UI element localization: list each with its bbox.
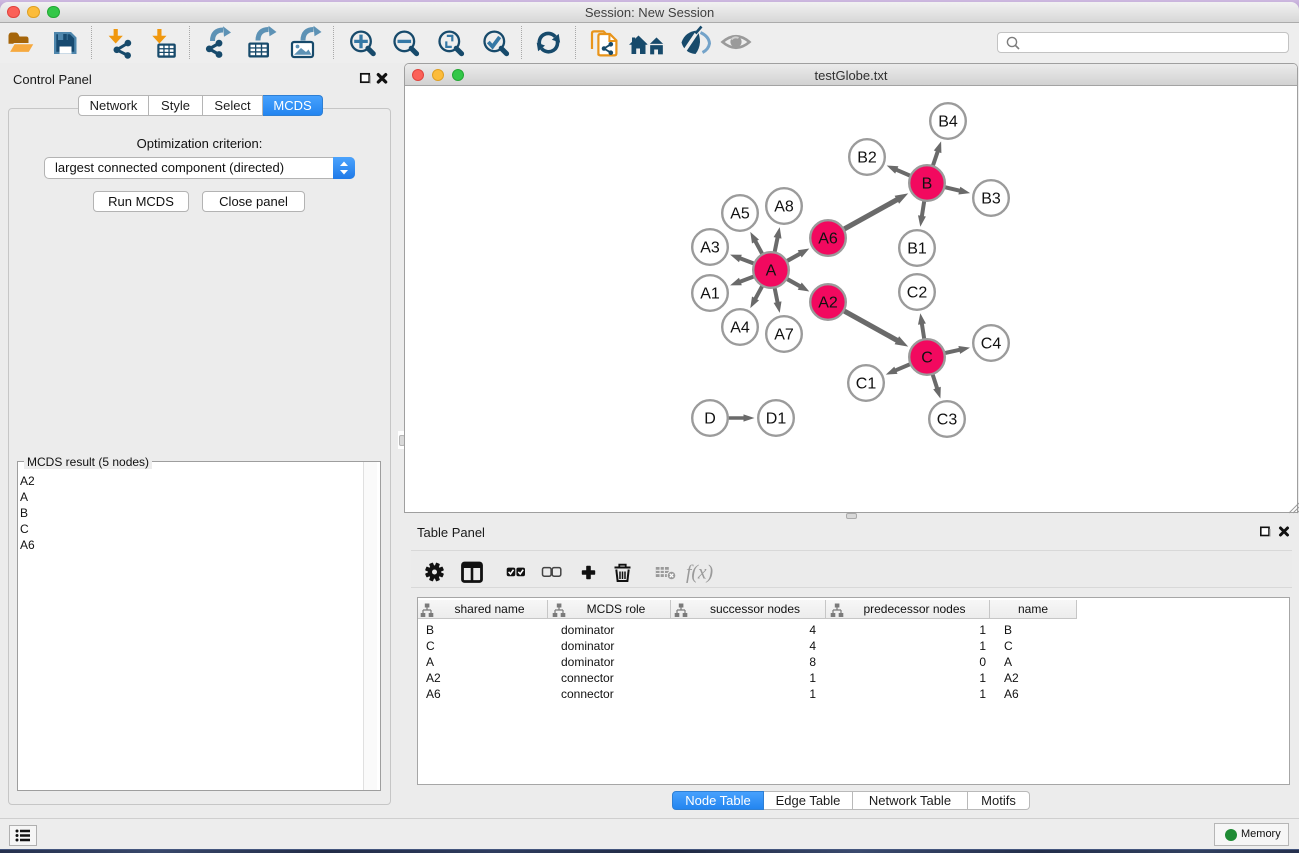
svg-text:A5: A5 [730, 206, 750, 223]
svg-text:A8: A8 [774, 199, 794, 216]
svg-text:A4: A4 [730, 320, 750, 337]
svg-text:C3: C3 [937, 412, 958, 429]
svg-text:A2: A2 [818, 295, 838, 312]
svg-text:D1: D1 [766, 411, 787, 428]
svg-text:A7: A7 [774, 327, 794, 344]
svg-text:B4: B4 [938, 114, 958, 131]
svg-text:B1: B1 [907, 241, 927, 258]
svg-text:A3: A3 [700, 240, 720, 257]
svg-text:C1: C1 [856, 376, 877, 393]
svg-text:A6: A6 [818, 231, 838, 248]
svg-text:B: B [922, 176, 933, 193]
svg-text:f(x): f(x) [686, 563, 713, 584]
svg-text:C: C [921, 350, 933, 367]
svg-text:A: A [766, 263, 777, 280]
svg-text:B2: B2 [857, 150, 877, 167]
svg-text:D: D [704, 411, 716, 428]
svg-text:C2: C2 [907, 285, 928, 302]
svg-text:C4: C4 [981, 336, 1002, 353]
svg-text:A1: A1 [700, 286, 720, 303]
svg-text:B3: B3 [981, 191, 1001, 208]
